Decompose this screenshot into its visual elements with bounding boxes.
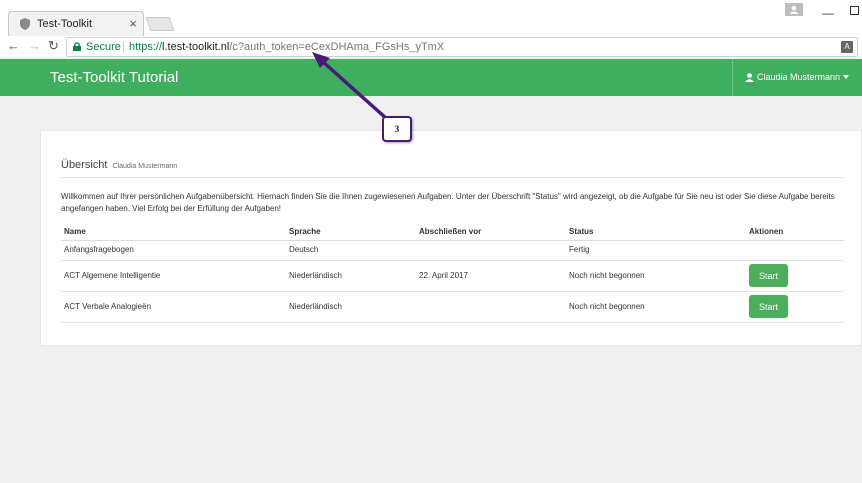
browser-tab[interactable]: Test-Toolkit ×	[8, 11, 144, 36]
browser-toolbar: ← → ↻ Secure https://l.test-toolkit.nl/c…	[0, 36, 862, 58]
panel-title: Übersicht Claudia Mustermann	[61, 159, 178, 171]
reload-icon[interactable]: ↻	[48, 38, 59, 54]
shield-icon	[20, 18, 30, 30]
lock-icon	[73, 42, 81, 51]
header-status: Status	[569, 227, 594, 236]
task-status: Noch nicht begonnen	[569, 271, 645, 280]
minimize-icon[interactable]: —	[822, 6, 834, 20]
table-row: Anfangsfragebogen Deutsch Fertig	[61, 241, 844, 261]
browser-tabstrip: Test-Toolkit × —	[0, 0, 862, 36]
profile-icon[interactable]	[785, 3, 803, 16]
task-language: Deutsch	[289, 245, 319, 254]
start-button[interactable]: Start	[749, 295, 788, 318]
app-navbar: Test-Toolkit Tutorial Claudia Mustermann	[0, 59, 862, 96]
table-row: ACT Algemene Intelligentie Niederländisc…	[61, 261, 844, 292]
step-callout: 3	[382, 116, 412, 142]
table-header: Name Sprache Abschließen vor Status Akti…	[61, 224, 844, 241]
header-language: Sprache	[289, 227, 321, 236]
header-due: Abschließen vor	[419, 227, 482, 236]
task-status: Fertig	[569, 245, 590, 254]
start-button[interactable]: Start	[749, 264, 788, 287]
task-language: Niederländisch	[289, 271, 342, 280]
user-name: Claudia Mustermann	[757, 72, 841, 82]
header-name: Name	[64, 227, 86, 236]
task-status: Noch nicht begonnen	[569, 302, 645, 311]
tasks-table: Name Sprache Abschließen vor Status Akti…	[61, 224, 844, 323]
translate-icon[interactable]: A	[841, 41, 853, 53]
tab-title: Test-Toolkit	[37, 18, 93, 30]
back-arrow-icon[interactable]: ←	[7, 38, 20, 53]
table-row: ACT Verbale Analogieën Niederländisch No…	[61, 292, 844, 323]
user-icon	[745, 72, 754, 82]
intro-text: Willkommen auf Ihrer persönlichen Aufgab…	[61, 192, 835, 213]
new-tab-button[interactable]	[145, 17, 175, 31]
task-due: 22. April 2017	[419, 271, 468, 280]
task-name: Anfangsfragebogen	[64, 245, 134, 254]
navbar-divider	[732, 59, 733, 96]
address-bar[interactable]: Secure https://l.test-toolkit.nl/c?auth_…	[66, 37, 858, 57]
task-name: ACT Verbale Analogieën	[64, 302, 152, 311]
header-actions: Aktionen	[749, 227, 784, 236]
secure-label: Secure	[86, 41, 121, 53]
divider	[61, 177, 844, 178]
overview-panel: Übersicht Claudia Mustermann Willkommen …	[40, 130, 862, 346]
address-separator	[123, 41, 124, 53]
maximize-icon[interactable]	[850, 6, 859, 15]
user-menu[interactable]: Claudia Mustermann	[745, 72, 850, 82]
task-language: Niederländisch	[289, 302, 342, 311]
forward-arrow-icon[interactable]: →	[28, 38, 41, 53]
tab-close-icon[interactable]: ×	[129, 16, 137, 31]
brand-title[interactable]: Test-Toolkit Tutorial	[50, 69, 178, 86]
panel-subtitle: Claudia Mustermann	[112, 163, 178, 170]
task-name: ACT Algemene Intelligentie	[64, 271, 161, 280]
url-text: https://l.test-toolkit.nl/c?auth_token=e…	[129, 41, 445, 53]
caret-down-icon	[843, 75, 850, 79]
